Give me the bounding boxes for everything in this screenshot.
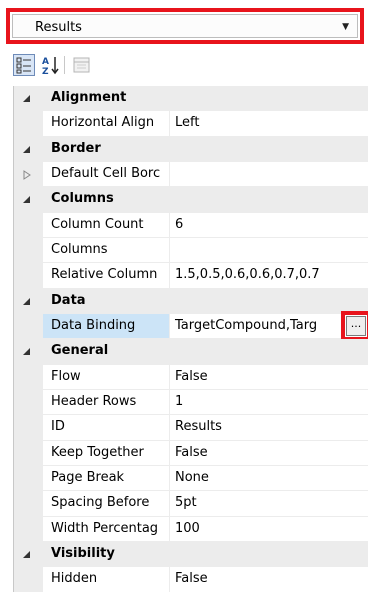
svg-text:Z: Z (42, 67, 49, 76)
property-name[interactable]: Width Percentag (43, 516, 170, 542)
category-name: Visibility (51, 545, 115, 561)
row-gutter (14, 313, 43, 340)
property-row[interactable]: Keep Together False (14, 440, 368, 466)
property-toolbar: A Z (13, 54, 363, 78)
category-data[interactable]: Data (14, 288, 368, 314)
collapse-triangle-icon[interactable] (22, 297, 32, 307)
property-row[interactable]: Page Break None (14, 465, 368, 492)
property-name[interactable]: Keep Together (43, 440, 170, 466)
category-border[interactable]: Border (14, 136, 368, 162)
categorized-icon (16, 57, 31, 74)
property-row[interactable]: Spacing Before 5pt (14, 491, 368, 517)
row-gutter (14, 212, 43, 238)
property-row[interactable]: Width Percentag 100 (14, 516, 368, 542)
category-general[interactable]: General (14, 339, 368, 365)
property-name[interactable]: Spacing Before (43, 491, 170, 517)
row-gutter (14, 465, 43, 492)
category-name: Data (51, 292, 86, 308)
property-row[interactable]: Flow False (14, 364, 368, 390)
collapse-triangle-icon[interactable] (22, 145, 32, 155)
property-pages-button[interactable] (71, 54, 93, 76)
collapse-triangle-icon[interactable] (22, 347, 32, 357)
row-gutter (14, 237, 43, 264)
category-visibility[interactable]: Visibility (14, 541, 368, 568)
object-selector-value: Results (35, 20, 82, 35)
property-value[interactable] (170, 238, 368, 264)
ellipsis-highlight: ... (341, 310, 368, 341)
category-name: Border (51, 140, 101, 156)
row-gutter (14, 111, 43, 137)
property-row[interactable]: Horizontal Align Left (14, 111, 368, 137)
category-name: Alignment (51, 90, 127, 105)
property-value[interactable]: Left (170, 111, 368, 137)
property-row[interactable]: Relative Column 1.5,0.5,0.6,0.6,0.7,0.7 (14, 263, 368, 289)
property-name[interactable]: Horizontal Align (43, 111, 170, 137)
property-row[interactable]: ID Results (14, 415, 368, 441)
property-value[interactable]: 6 (170, 213, 368, 238)
row-gutter (14, 263, 43, 289)
collapse-triangle-icon[interactable] (22, 195, 32, 205)
expand-triangle-icon[interactable] (22, 170, 32, 180)
row-gutter (14, 516, 43, 542)
svg-text:A: A (42, 57, 49, 67)
property-row[interactable]: Column Count 6 (14, 212, 368, 238)
property-value[interactable]: 5pt (170, 491, 368, 517)
property-name[interactable]: Flow (43, 364, 170, 390)
property-value[interactable]: 1.5,0.5,0.6,0.6,0.7,0.7 (170, 263, 368, 289)
row-gutter (14, 491, 43, 517)
category-columns[interactable]: Columns (14, 187, 368, 213)
property-row[interactable]: Default Cell Borc (14, 161, 368, 188)
property-name[interactable]: Column Count (43, 212, 170, 238)
property-name[interactable]: Relative Column (43, 263, 170, 289)
toolbar-separator (64, 56, 65, 74)
property-row[interactable]: Columns (14, 237, 368, 264)
property-value[interactable]: False (170, 365, 368, 390)
property-value[interactable]: TargetCompound,Targ (170, 314, 368, 340)
category-alignment[interactable]: Alignment (14, 86, 368, 112)
property-value[interactable]: Results (170, 415, 368, 441)
property-name[interactable]: ID (43, 415, 170, 441)
property-name[interactable]: Hidden (43, 567, 170, 592)
categorized-button[interactable] (13, 54, 35, 76)
property-value[interactable]: False (170, 567, 368, 592)
property-name[interactable]: Header Rows (43, 389, 170, 416)
alphabetical-button[interactable]: A Z (40, 54, 62, 77)
row-gutter (14, 415, 43, 441)
dropdown-arrow-icon[interactable]: ▼ (342, 22, 349, 32)
property-name[interactable]: Default Cell Borc (43, 161, 170, 188)
category-name: General (51, 343, 109, 359)
row-gutter (14, 567, 43, 592)
property-pages-icon (73, 57, 90, 73)
property-name[interactable]: Page Break (43, 465, 170, 492)
row-gutter (14, 389, 43, 416)
sort-az-icon: A Z (42, 57, 59, 77)
property-row[interactable]: Hidden False (14, 567, 368, 592)
row-gutter (14, 161, 43, 188)
property-value[interactable]: 1 (170, 390, 368, 416)
ellipsis-button[interactable]: ... (346, 315, 366, 336)
property-value[interactable]: False (170, 441, 368, 466)
property-value[interactable] (170, 162, 368, 188)
collapse-triangle-icon[interactable] (22, 550, 32, 560)
property-value[interactable]: 100 (170, 517, 368, 542)
property-value[interactable]: None (170, 466, 368, 492)
collapse-triangle-icon[interactable] (22, 94, 32, 104)
property-row[interactable]: Data Binding TargetCompound,Targ... (14, 310, 368, 341)
property-row[interactable]: Header Rows 1 (14, 389, 368, 416)
property-name[interactable]: Data Binding (43, 313, 170, 340)
object-selector-highlight: Results ▼ (6, 8, 364, 44)
property-grid: Alignment Horizontal Align Left Border Defau… (13, 86, 368, 592)
category-name: Columns (51, 191, 114, 207)
object-selector-dropdown[interactable]: Results ▼ (12, 14, 358, 38)
property-name[interactable]: Columns (43, 237, 170, 264)
row-gutter (14, 364, 43, 390)
row-gutter (14, 440, 43, 466)
